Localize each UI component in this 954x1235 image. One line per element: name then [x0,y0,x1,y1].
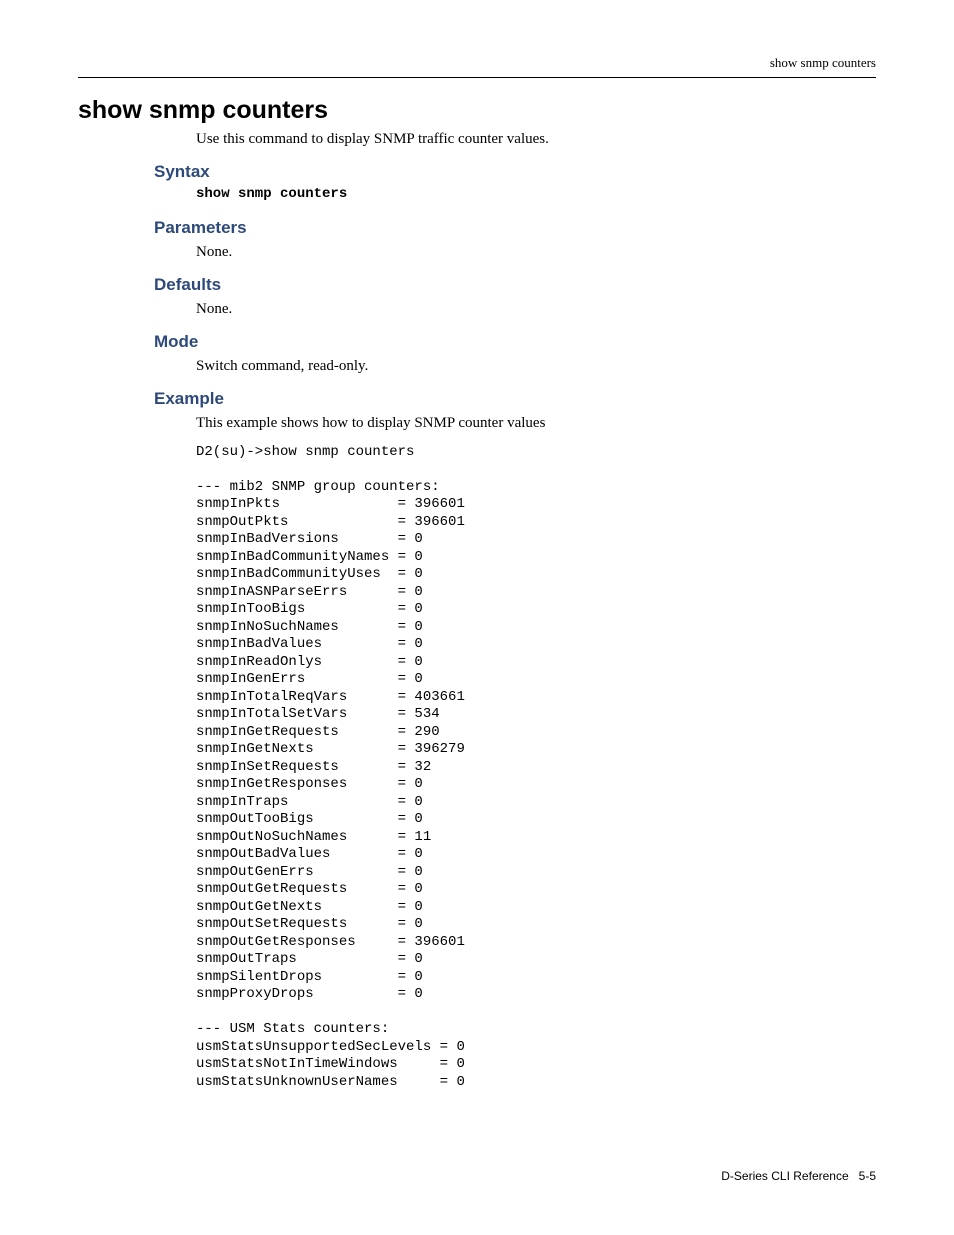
page: show snmp counters show snmp counters Us… [0,0,954,1235]
example-output: D2(su)->show snmp counters --- mib2 SNMP… [196,444,876,1092]
footer-page: 5-5 [859,1169,876,1183]
description: Use this command to display SNMP traffic… [196,131,876,148]
example-heading: Example [154,389,876,409]
parameters-text: None. [196,244,876,261]
syntax-command: show snmp counters [196,186,876,204]
defaults-heading: Defaults [154,275,876,295]
syntax-heading: Syntax [154,162,876,182]
example-text: This example shows how to display SNMP c… [196,415,876,432]
footer-doc: D-Series CLI Reference [721,1169,848,1183]
defaults-text: None. [196,301,876,318]
page-footer: D-Series CLI Reference 5-5 [721,1169,876,1183]
mode-text: Switch command, read-only. [196,358,876,375]
running-header: show snmp counters [78,55,876,78]
page-title: show snmp counters [78,96,876,125]
mode-heading: Mode [154,332,876,352]
parameters-heading: Parameters [154,218,876,238]
